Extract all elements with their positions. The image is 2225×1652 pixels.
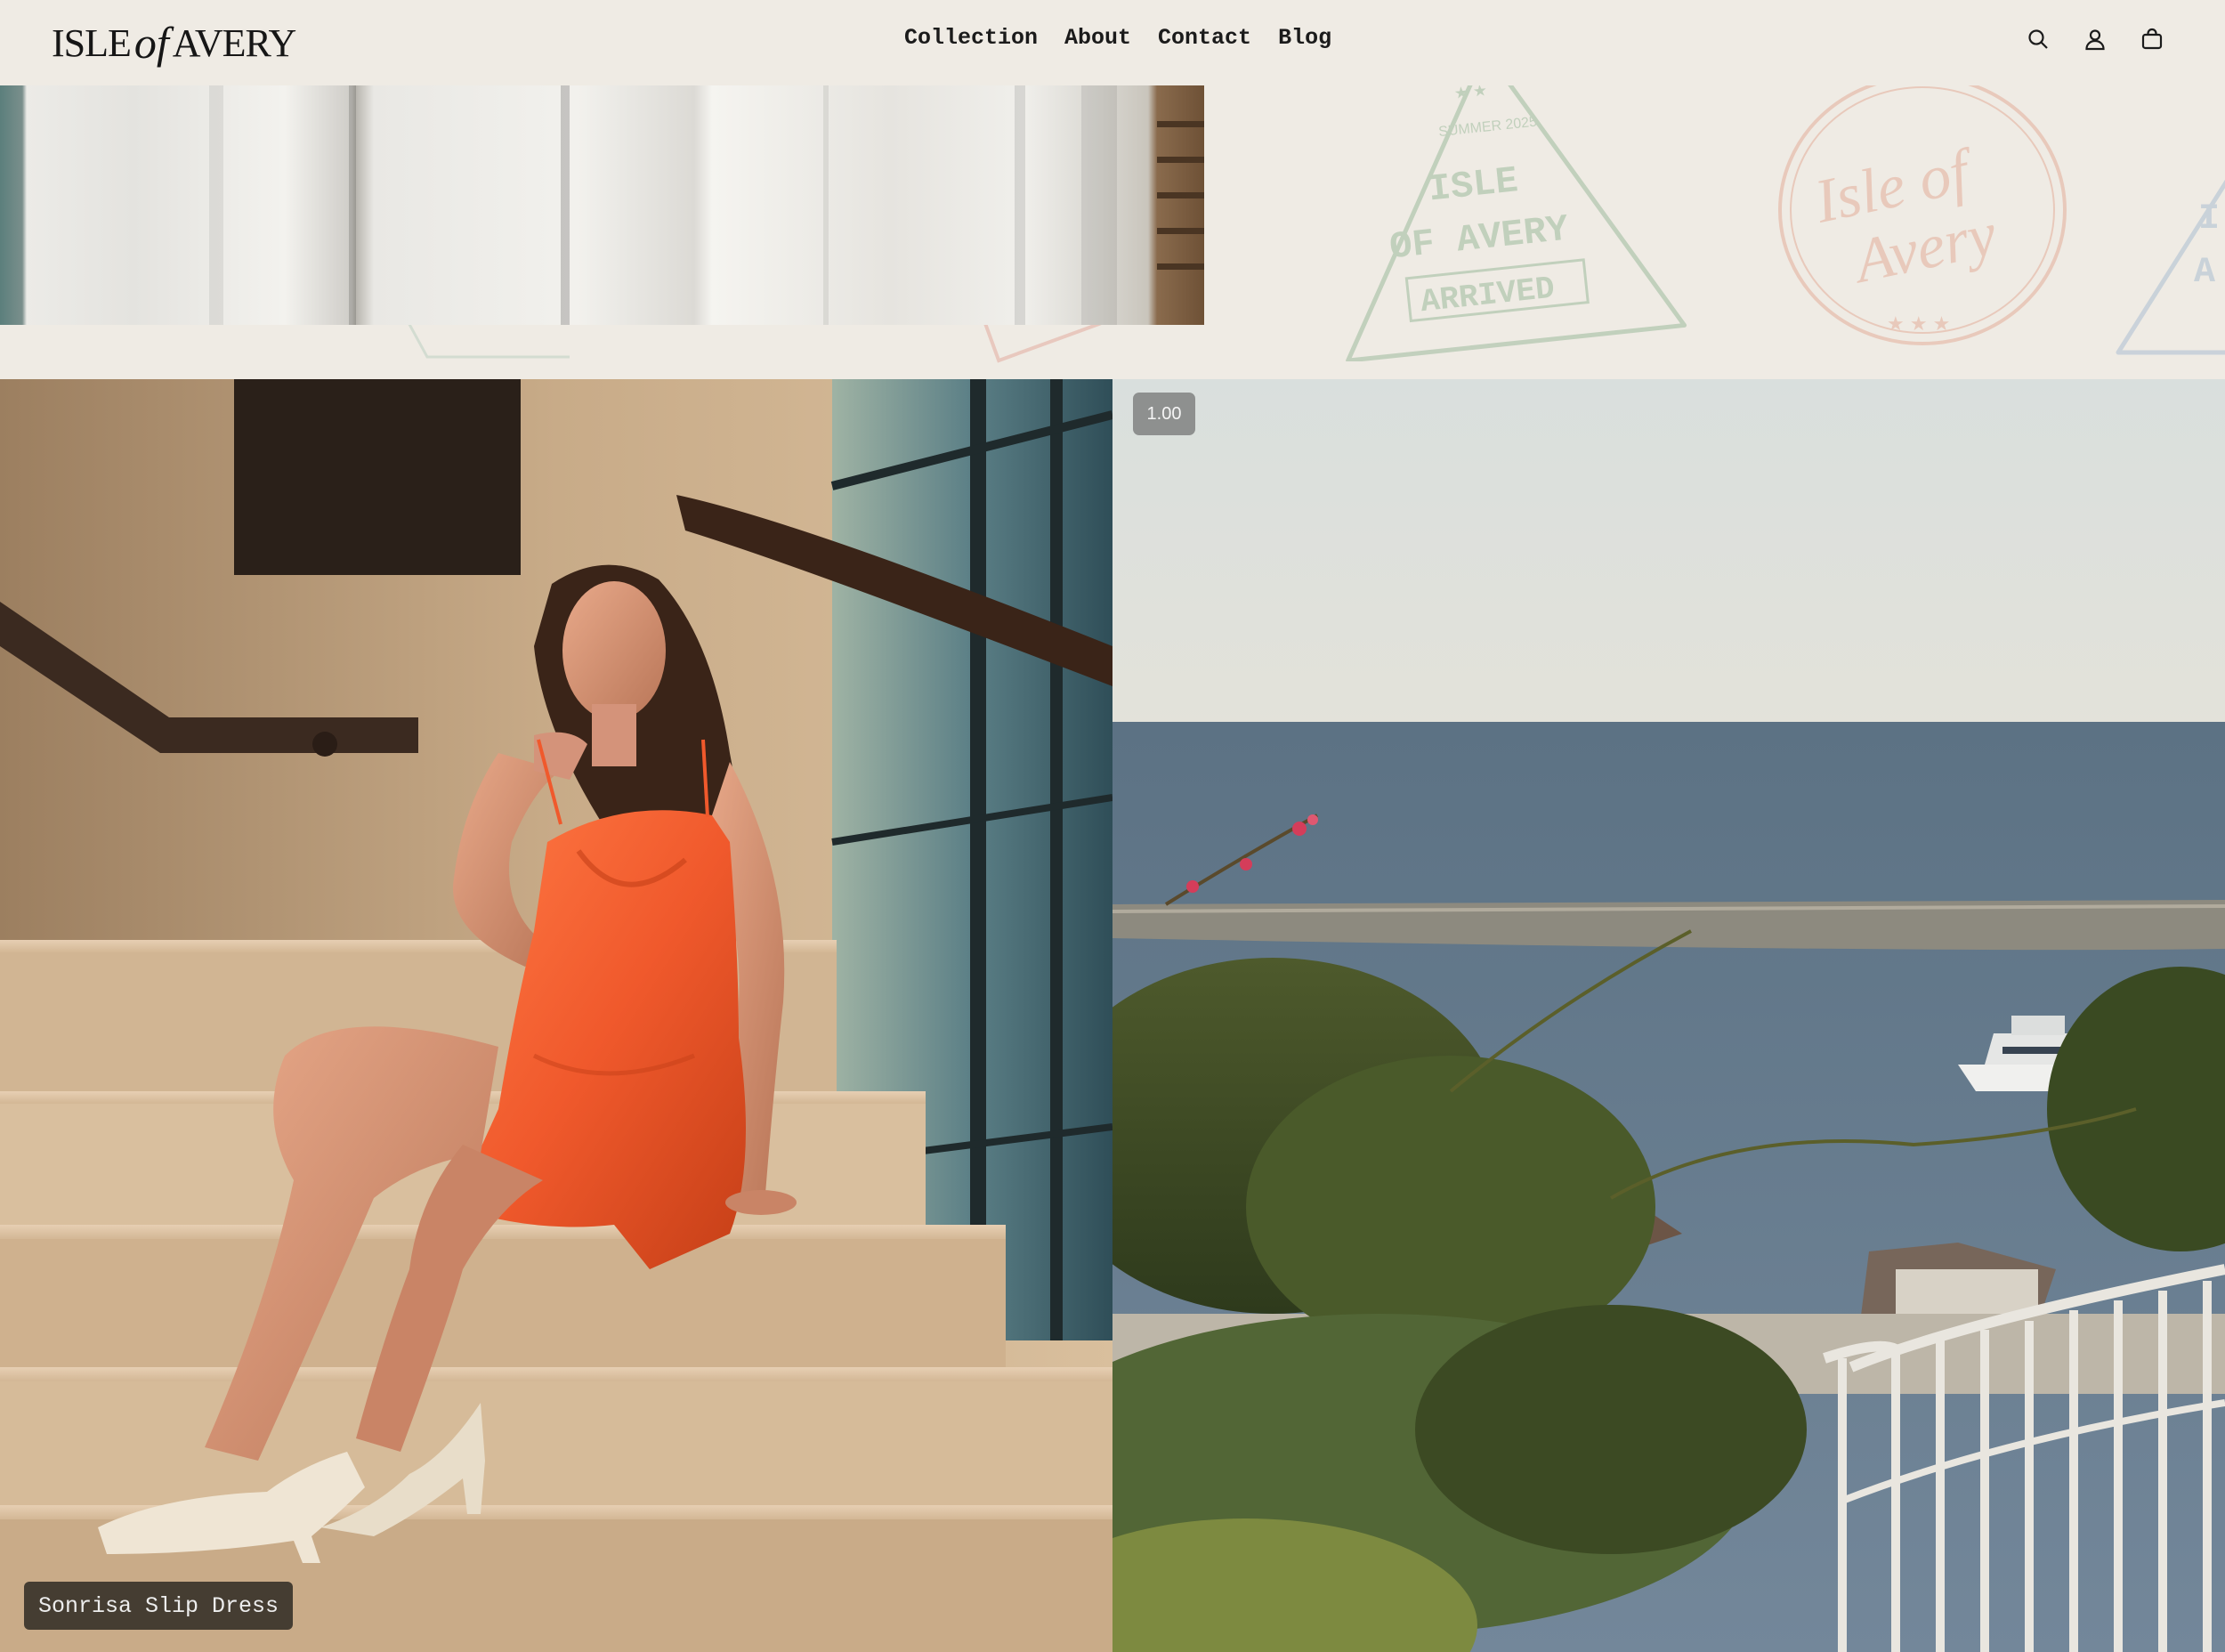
site-header: ISLE of AVERY Collection About Contact B… bbox=[0, 0, 2225, 85]
logo-text-avery: AVERY bbox=[172, 20, 296, 65]
nav-item-about[interactable]: About bbox=[1064, 25, 1131, 51]
ocean-view-photo[interactable] bbox=[1112, 379, 2225, 1652]
nav-item-blog[interactable]: Blog bbox=[1278, 25, 1331, 51]
svg-text:ISLE: ISLE bbox=[1427, 159, 1520, 211]
svg-text:OF AVERY: OF AVERY bbox=[1388, 208, 1571, 270]
svg-text:ARRIVED: ARRIVED bbox=[1419, 271, 1557, 321]
svg-text:A: A bbox=[2194, 253, 2215, 293]
stamp-pattern-band: ★ ★ SUMMER 2025 ISLE OF AVERY ARRIVED Is… bbox=[0, 85, 2225, 379]
svg-text:I: I bbox=[2198, 199, 2220, 239]
header-icons bbox=[2022, 23, 2168, 55]
garments-photo bbox=[0, 85, 1204, 325]
svg-text:★ ★ ★: ★ ★ ★ bbox=[1887, 312, 1950, 335]
playback-speed-badge[interactable]: 1.00 bbox=[1133, 393, 1195, 435]
search-icon[interactable] bbox=[2022, 23, 2054, 55]
ocean-view-illustration bbox=[1112, 379, 2225, 1652]
main-nav: Collection About Contact Blog bbox=[904, 25, 1331, 51]
logo-text-of: of bbox=[134, 18, 169, 68]
arrived-triangle-stamp: ★ ★ SUMMER 2025 ISLE OF AVERY ARRIVED bbox=[1346, 85, 1687, 361]
partial-triangle-stamp: I A bbox=[2116, 179, 2225, 355]
svg-text:SUMMER 2025: SUMMER 2025 bbox=[1437, 115, 1537, 141]
nav-item-collection[interactable]: Collection bbox=[904, 25, 1038, 51]
isle-of-avery-circle-stamp: Isle of Avery ★ ★ ★ bbox=[1778, 85, 2067, 345]
brand-logo[interactable]: ISLE of AVERY bbox=[52, 12, 296, 73]
svg-text:★ ★: ★ ★ bbox=[1453, 85, 1488, 102]
model-photo[interactable] bbox=[0, 379, 1112, 1652]
cart-bag-icon[interactable] bbox=[2136, 23, 2168, 55]
account-icon[interactable] bbox=[2079, 23, 2111, 55]
model-photo-illustration bbox=[0, 379, 1112, 1652]
logo-text-isle: ISLE bbox=[52, 20, 132, 65]
product-name-label[interactable]: Sonrisa Slip Dress bbox=[24, 1582, 294, 1630]
nav-item-contact[interactable]: Contact bbox=[1158, 25, 1251, 51]
